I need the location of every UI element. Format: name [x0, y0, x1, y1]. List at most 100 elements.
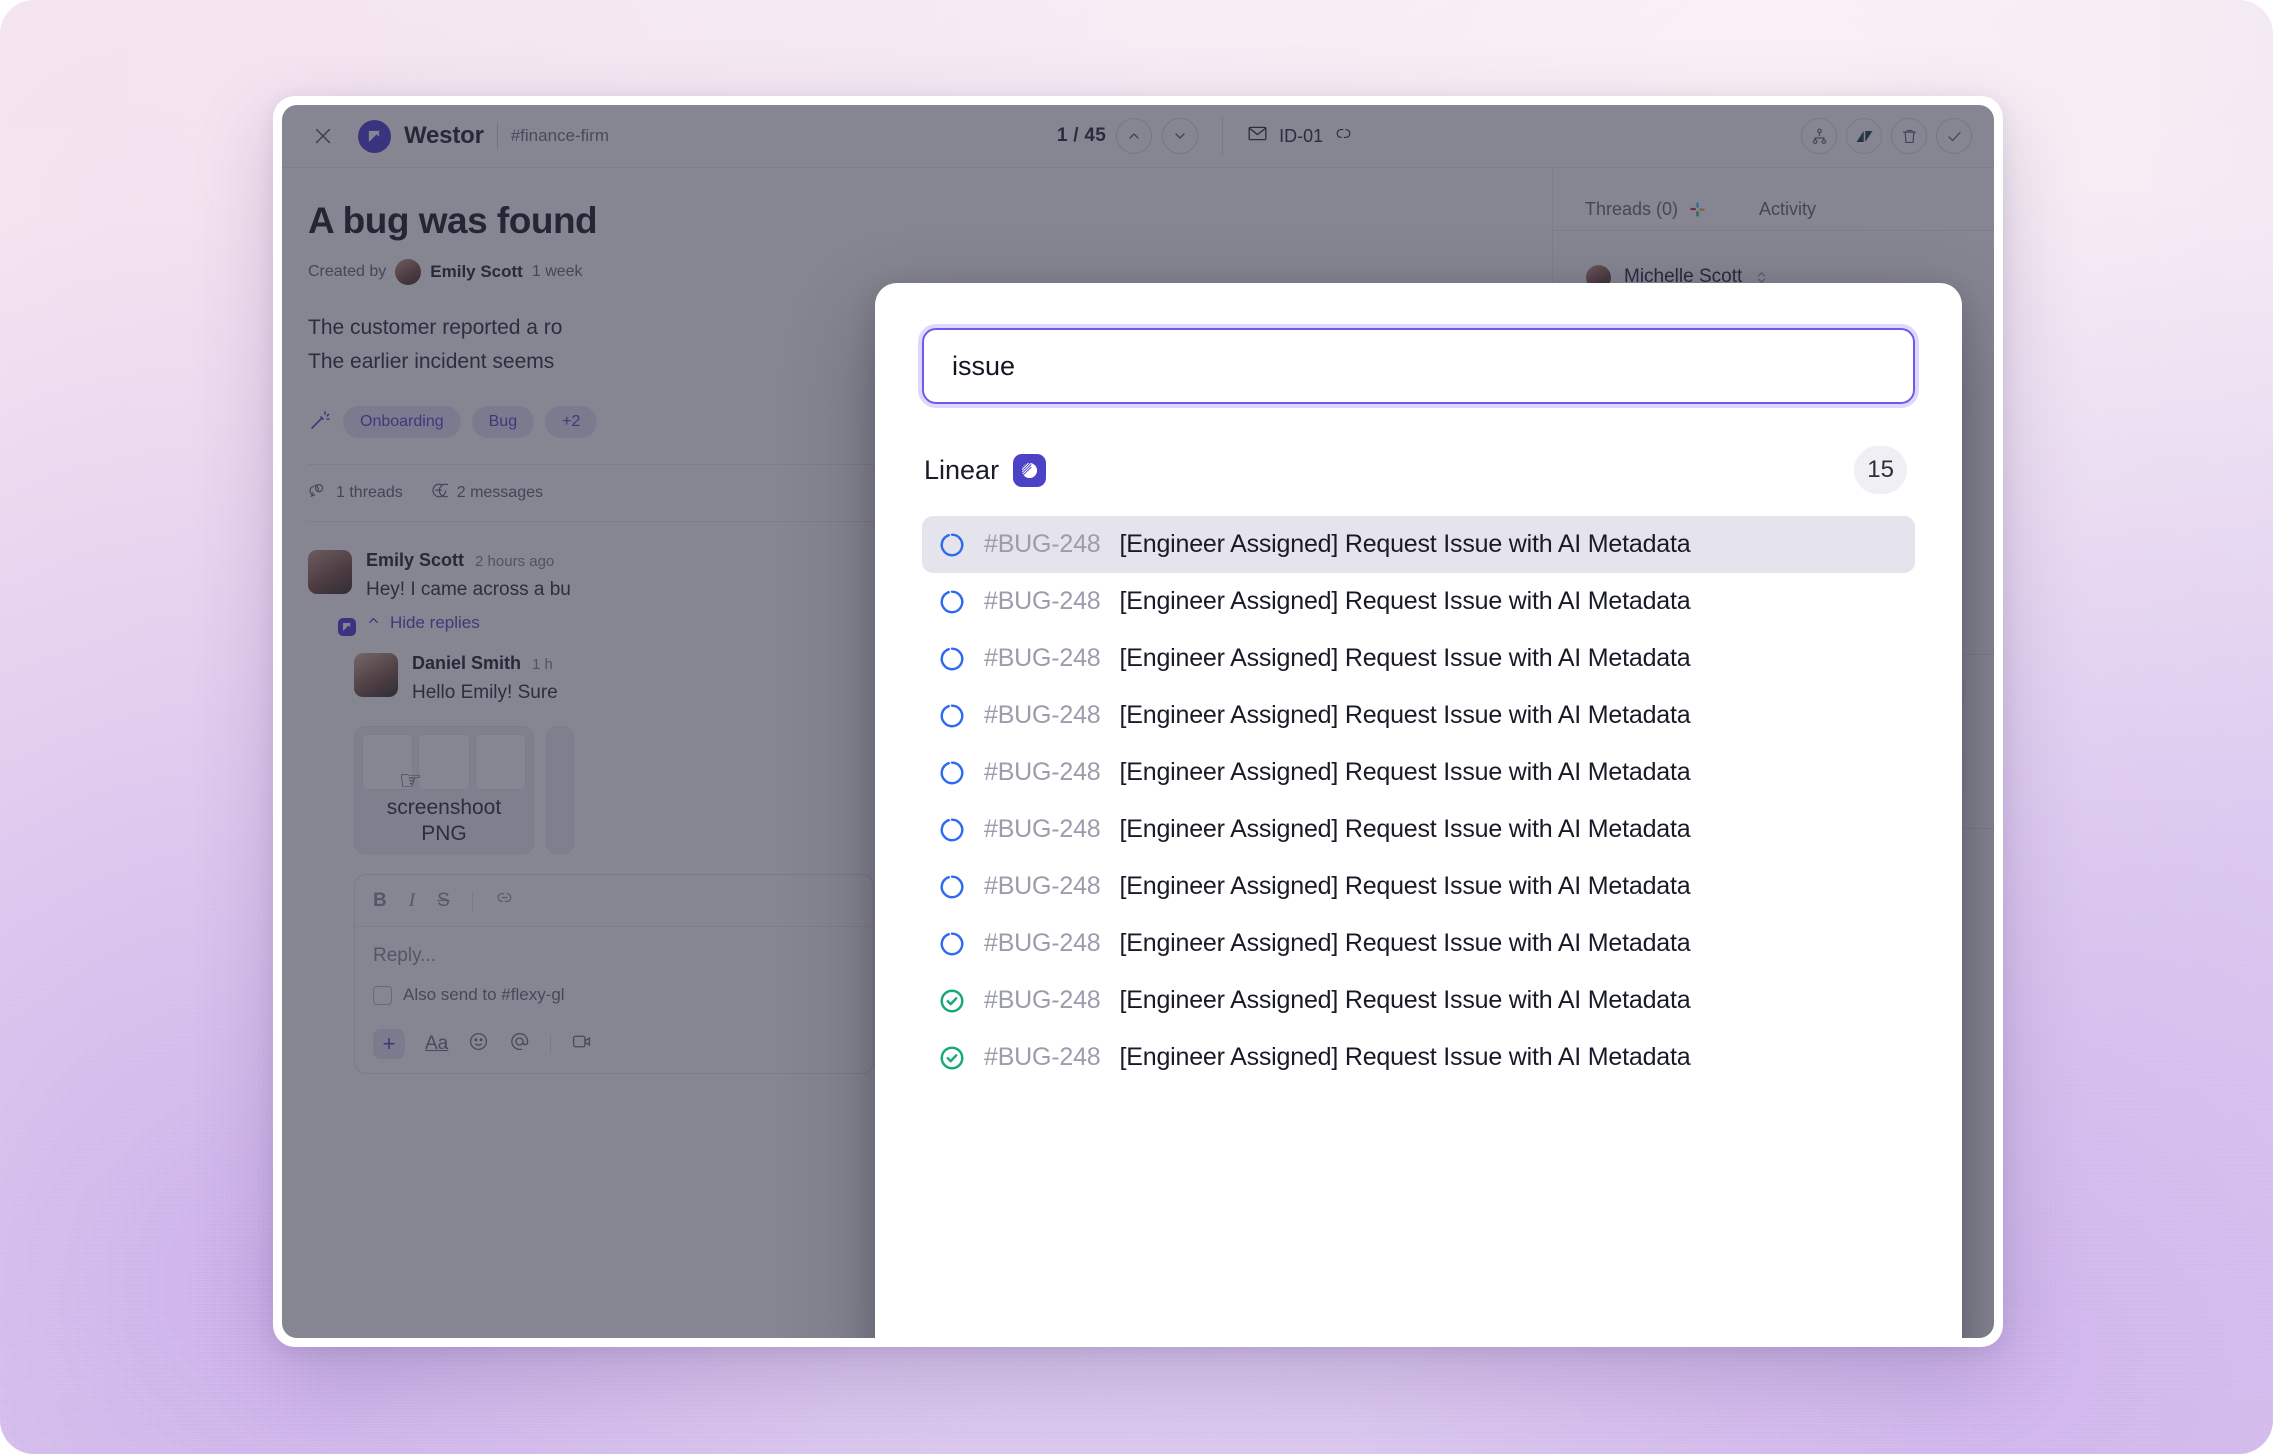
- issue-tag-more[interactable]: +2: [545, 406, 598, 439]
- message-time: 1 h: [532, 656, 553, 674]
- mention-icon[interactable]: [509, 1031, 530, 1058]
- close-icon[interactable]: [306, 119, 340, 153]
- result-title: [Engineer Assigned] Request Issue with A…: [1119, 1043, 1691, 1071]
- also-send-checkbox[interactable]: [373, 985, 392, 1005]
- result-title: [Engineer Assigned] Request Issue with A…: [1119, 758, 1691, 786]
- avatar: [354, 653, 398, 704]
- sidebar-tab-label: Threads (0): [1585, 198, 1679, 219]
- result-id: #BUG-248: [984, 530, 1101, 558]
- bold-button[interactable]: B: [373, 890, 387, 912]
- result-title: [Engineer Assigned] Request Issue with A…: [1119, 644, 1691, 672]
- message-text: Hello Emily! Sure: [412, 682, 558, 704]
- page-title: A bug was found: [308, 200, 598, 241]
- provider-name: Linear: [924, 454, 1000, 485]
- composer-body[interactable]: Reply... Also send to #flexy-gl: [355, 927, 873, 1019]
- hierarchy-icon[interactable]: [1801, 118, 1837, 154]
- brand: Westor #finance-firm: [358, 119, 609, 153]
- search-result-row[interactable]: #BUG-248 [Engineer Assigned] Request Issu…: [922, 801, 1915, 858]
- link-icon[interactable]: [1334, 124, 1353, 148]
- sidebar-tabs: Threads (0) Activity: [1553, 168, 1994, 231]
- hide-replies-button[interactable]: Hide replies: [366, 613, 571, 633]
- result-title: [Engineer Assigned] Request Issue with A…: [1119, 815, 1691, 843]
- emoji-icon[interactable]: [468, 1031, 489, 1058]
- app-window: Westor #finance-firm 1 / 45 ID-01 A bug …: [273, 96, 2003, 1347]
- search-input-value: issue: [952, 350, 1016, 381]
- issue-tag[interactable]: Onboarding: [343, 406, 461, 439]
- message-text: Hey! I came across a bu: [366, 579, 571, 601]
- search-result-row[interactable]: #BUG-248 [Engineer Assigned] Request Issu…: [922, 972, 1915, 1029]
- also-send-checkbox-row[interactable]: Also send to #flexy-gl: [373, 985, 855, 1005]
- channel-name: #finance-firm: [510, 126, 609, 145]
- italic-button[interactable]: I: [409, 890, 415, 912]
- topbar-actions: [1801, 118, 1972, 154]
- message-time: 2 hours ago: [475, 553, 555, 571]
- result-id: #BUG-248: [984, 644, 1101, 672]
- issue-tag[interactable]: Bug: [471, 406, 535, 439]
- search-result-row[interactable]: #BUG-248 [Engineer Assigned] Request Issu…: [922, 573, 1915, 630]
- result-title: [Engineer Assigned] Request Issue with A…: [1119, 530, 1691, 558]
- video-icon[interactable]: [571, 1031, 592, 1058]
- reply-input[interactable]: Reply...: [373, 945, 855, 967]
- toolbar-divider: [471, 890, 473, 911]
- search-results-list: #BUG-248 [Engineer Assigned] Request Issu…: [922, 516, 1915, 1086]
- trash-icon[interactable]: [1891, 118, 1927, 154]
- app-window-inner: Westor #finance-firm 1 / 45 ID-01 A bug …: [282, 105, 1994, 1338]
- check-icon[interactable]: [1936, 118, 1972, 154]
- plus-icon[interactable]: +: [373, 1029, 405, 1060]
- pager-group: 1 / 45 ID-01: [1057, 117, 1353, 155]
- message-header: Emily Scott 2 hours ago: [366, 550, 571, 571]
- strikethrough-button[interactable]: S: [437, 890, 450, 912]
- search-result-row[interactable]: #BUG-248 [Engineer Assigned] Request Issu…: [922, 630, 1915, 687]
- search-result-row[interactable]: #BUG-248 [Engineer Assigned] Request Issu…: [922, 858, 1915, 915]
- messages-count-item: 2 messages: [429, 481, 543, 505]
- search-result-row[interactable]: #BUG-248 [Engineer Assigned] Request Issu…: [922, 516, 1915, 573]
- status-open-icon: [938, 873, 966, 901]
- search-result-row[interactable]: #BUG-248 [Engineer Assigned] Request Issu…: [922, 687, 1915, 744]
- cursor-pointer-icon: ☞: [399, 765, 423, 796]
- record-id-label: ID-01: [1279, 125, 1324, 146]
- result-title: [Engineer Assigned] Request Issue with A…: [1119, 929, 1691, 957]
- chevron-up-icon[interactable]: [1116, 118, 1153, 154]
- tab-threads[interactable]: Threads (0): [1585, 199, 1707, 220]
- brand-name: Westor: [404, 122, 484, 149]
- status-done-icon: [938, 987, 966, 1015]
- result-id: #BUG-248: [984, 701, 1101, 729]
- message-author: Daniel Smith: [412, 653, 522, 674]
- hide-replies-label: Hide replies: [390, 613, 480, 633]
- status-done-icon: [938, 1044, 966, 1072]
- chevron-down-icon[interactable]: [1162, 118, 1199, 154]
- result-count-badge: 15: [1854, 446, 1907, 494]
- created-by-label: Created by: [308, 263, 387, 280]
- tab-activity[interactable]: Activity: [1759, 199, 1816, 220]
- zendesk-icon[interactable]: [1846, 118, 1882, 154]
- attachment-thumbnail[interactable]: ☞ screenshoot PNG: [354, 726, 534, 855]
- avatar: [395, 259, 422, 285]
- top-bar: Westor #finance-firm 1 / 45 ID-01: [282, 105, 1994, 168]
- record-id-group: ID-01: [1247, 123, 1353, 149]
- search-result-row[interactable]: #BUG-248 [Engineer Assigned] Request Issu…: [922, 1029, 1915, 1086]
- status-open-icon: [938, 702, 966, 730]
- attachment-preview: [362, 734, 526, 791]
- chevron-up-icon: [366, 613, 381, 633]
- text-format-button[interactable]: Aa: [425, 1033, 448, 1055]
- result-id: #BUG-248: [984, 986, 1101, 1014]
- message-icon: [429, 481, 453, 505]
- search-input[interactable]: issue: [922, 328, 1915, 404]
- created-by-row: Created by Emily Scott 1 week: [308, 259, 1552, 285]
- attachment-label: screenshoot PNG: [355, 795, 533, 848]
- status-open-icon: [938, 531, 966, 559]
- sidebar-tab-label: Activity: [1759, 198, 1817, 219]
- status-open-icon: [938, 816, 966, 844]
- search-result-row[interactable]: #BUG-248 [Engineer Assigned] Request Issu…: [922, 744, 1915, 801]
- search-result-row[interactable]: #BUG-248 [Engineer Assigned] Request Issu…: [922, 915, 1915, 972]
- attachment-name: screenshoot: [386, 795, 502, 819]
- westor-logo-icon: [358, 119, 391, 153]
- creator-name: Emily Scott: [430, 262, 523, 281]
- threads-count-label: 1 threads: [336, 484, 403, 502]
- reply-composer: B I S Reply... Also send to #flexy-gl + …: [354, 874, 874, 1075]
- toolbar-divider: [550, 1034, 552, 1055]
- link-icon[interactable]: [495, 888, 514, 913]
- attachment-thumbnail-secondary[interactable]: [546, 726, 574, 855]
- magic-wand-icon[interactable]: [308, 408, 332, 437]
- message-author: Emily Scott: [366, 550, 465, 571]
